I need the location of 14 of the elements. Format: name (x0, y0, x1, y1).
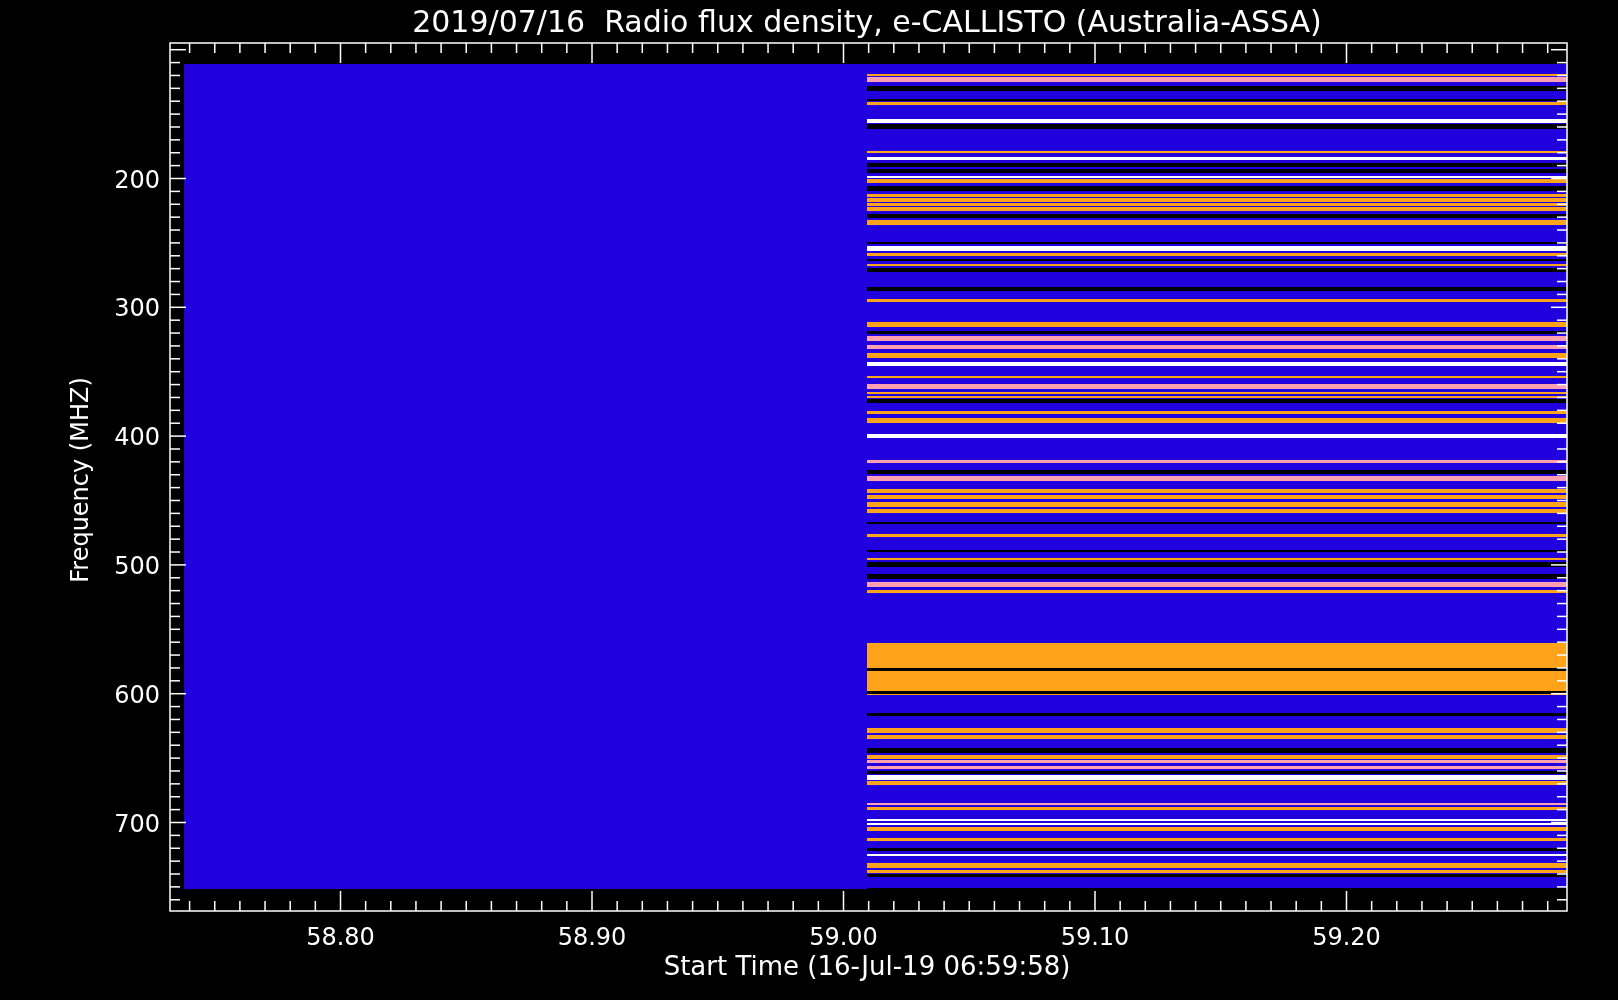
x-axis-label: Start Time (16-Jul-19 06:59:58) (663, 951, 1071, 981)
y-tick-label: 200 (114, 165, 160, 194)
x-tick-label: 58.90 (557, 923, 627, 951)
x-tick-label: 59.10 (1060, 923, 1130, 951)
x-tick-label: 59.20 (1312, 923, 1381, 951)
y-tick-label: 400 (114, 423, 160, 452)
chart-title: 2019/07/16 Radio flux density, e-CALLISTO (Australia-ASSA) (412, 4, 1322, 39)
y-tick-label: 600 (114, 680, 160, 709)
x-tick-label: 58.80 (306, 923, 375, 951)
y-tick-label: 700 (114, 809, 160, 838)
y-tick-label: 500 (114, 551, 160, 580)
y-tick-label: 300 (114, 294, 160, 323)
x-tick-label: 59.00 (809, 923, 878, 951)
y-axis-label: Frequency (MHZ) (66, 377, 94, 583)
